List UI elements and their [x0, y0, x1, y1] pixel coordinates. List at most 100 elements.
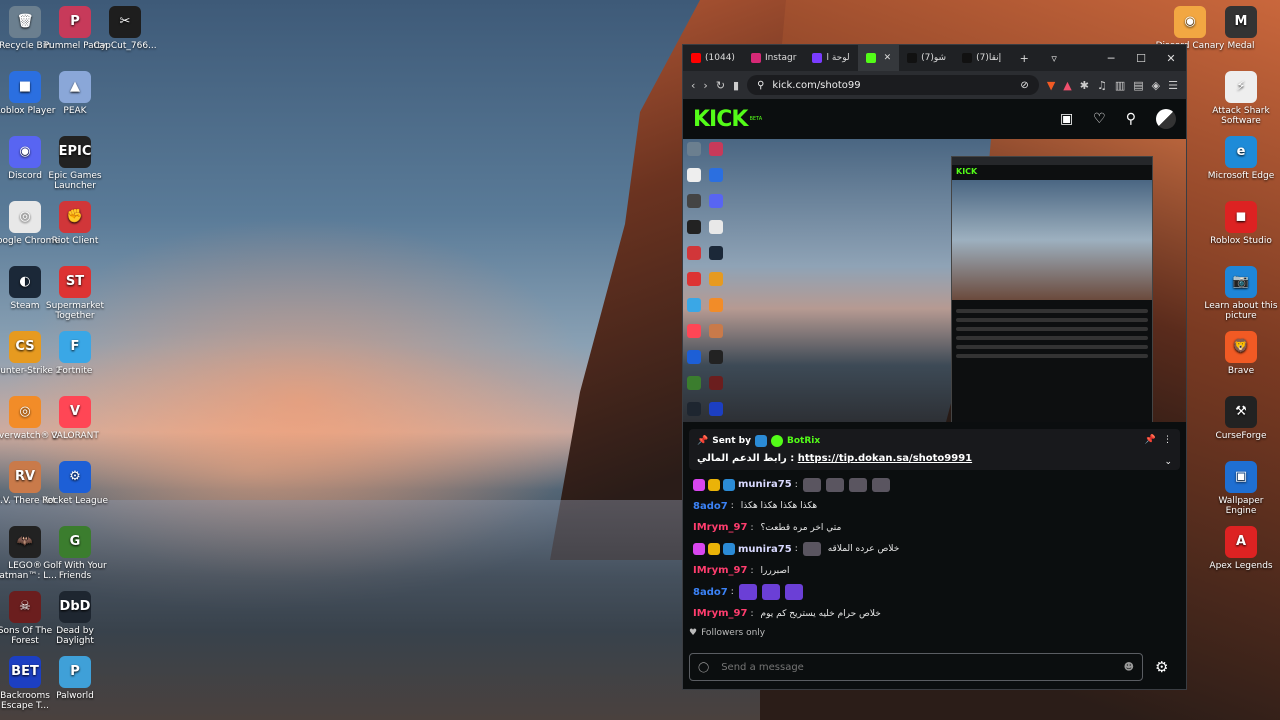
vpn-icon[interactable]: ◈ — [1152, 79, 1160, 92]
browser-tab[interactable]: Instagr — [743, 45, 805, 71]
left-desktop-icon[interactable]: P Palworld — [38, 656, 112, 701]
search-icon[interactable]: ⚲ — [1126, 111, 1136, 127]
unpin-icon[interactable]: 📌 — [1145, 435, 1156, 445]
chat-text: خلاص حرام خليه يستريح كم يوم — [760, 608, 881, 619]
browser-tab[interactable]: (7)شو — [899, 45, 954, 71]
address-bar[interactable]: ⚲ kick.com/shoto99 ⊘ — [747, 75, 1039, 95]
right-desktop-icon[interactable]: ⚡ Attack Shark Software — [1204, 71, 1278, 126]
rewards-icon[interactable]: ▲ — [1063, 79, 1071, 92]
close-window-button[interactable]: ✕ — [1156, 52, 1186, 65]
video-icon — [709, 246, 723, 260]
reload-icon[interactable]: ↻ — [716, 79, 725, 92]
desktop-icon-label: Riot Client — [51, 236, 99, 246]
chat-username[interactable]: IMrym_97 — [693, 522, 747, 533]
nav-bar: ‹ › ↻ ▮ ⚲ kick.com/shoto99 ⊘ ▼ ▲ ✱ ♫ ▥ ▤… — [683, 71, 1186, 99]
site-info-icon[interactable]: ⚲ — [757, 80, 764, 91]
more-options-icon[interactable]: ⋮ — [1163, 435, 1172, 445]
left-desktop-icon[interactable]: ✊ Riot Client — [38, 201, 112, 246]
chat-message: IMrym_97: خلاص حرام خليه يستريح كم يوم — [693, 603, 1176, 625]
wallpaper-water — [0, 500, 760, 720]
sidebar-icon[interactable]: ▥ — [1115, 79, 1125, 92]
heart-icon[interactable]: ♡ — [1093, 111, 1106, 127]
bot-username[interactable]: BotRix — [787, 436, 820, 446]
right-desktop-icon[interactable]: ◼ Roblox Studio — [1204, 201, 1278, 246]
chat-input[interactable] — [719, 660, 1114, 674]
kick-logo[interactable]: KICK — [693, 107, 748, 132]
left-desktop-icon[interactable]: ✂ CapCut_766... — [88, 6, 162, 51]
mute-icon[interactable]: ⊘ — [1020, 80, 1028, 91]
browser-tab[interactable]: لوحة ا — [804, 45, 857, 71]
chat-username[interactable]: munira75 — [738, 544, 792, 555]
desktop-icon-label: Dead by Daylight — [56, 626, 94, 646]
desktop-icon-label: CapCut_766... — [93, 41, 157, 51]
bot-badge-icon — [754, 435, 767, 447]
desktop-icon-label: VALORANT — [51, 431, 99, 441]
stream-video[interactable]: KICK — [683, 139, 1186, 422]
media-icon[interactable]: ♫ — [1097, 79, 1107, 92]
right-desktop-icon[interactable]: ▣ Wallpaper Engine — [1204, 461, 1278, 516]
left-desktop-icon[interactable]: ▲ PEAK — [38, 71, 112, 116]
left-desktop-icon[interactable]: EPIC Epic Games Launcher — [38, 136, 112, 191]
left-icon-image: ◎ — [9, 396, 41, 428]
video-icon — [709, 194, 723, 208]
left-desktop-icon[interactable]: F Fortnite — [38, 331, 112, 376]
chat-username[interactable]: 8ado7 — [693, 501, 728, 512]
chevron-down-icon[interactable]: ⌄ — [1164, 457, 1172, 467]
right-desktop-icon[interactable]: 📷 Learn about this picture — [1204, 266, 1278, 321]
left-desktop-icon[interactable]: V VALORANT — [38, 396, 112, 441]
menu-icon[interactable]: ☰ — [1168, 79, 1178, 92]
right-desktop-icon[interactable]: 🦁 Brave — [1204, 331, 1278, 376]
desktop-icon-label: Roblox Studio — [1210, 236, 1272, 246]
browser-tab[interactable]: (7)إنقا — [954, 45, 1009, 71]
video-icon — [709, 298, 723, 312]
avatar[interactable] — [1156, 109, 1176, 129]
browser-tab[interactable]: (1044) — [683, 45, 743, 71]
settings-gear-icon[interactable]: ⚙ — [1155, 658, 1168, 676]
right-desktop-icon[interactable]: ⚒ CurseForge — [1204, 396, 1278, 441]
close-tab-icon[interactable]: ✕ — [884, 53, 892, 63]
chat-username[interactable]: IMrym_97 — [693, 608, 747, 619]
browser-tab[interactable]: ✕ — [857, 45, 900, 71]
wallet-icon[interactable]: ▤ — [1133, 79, 1143, 92]
right-desktop-icon[interactable]: A Apex Legends — [1204, 526, 1278, 571]
nested-browser-preview: KICK — [951, 156, 1153, 422]
left-desktop-icon[interactable]: G Golf With Your Friends — [38, 526, 112, 581]
left-desktop-icon[interactable]: DbD Dead by Daylight — [38, 591, 112, 646]
chat-message: 8ado7: هكذا هكذا هكذا هكذا — [693, 496, 1176, 518]
chat-message: munira75: خلاص عرده الملاقه — [693, 539, 1176, 561]
desktop-icon-label: Supermarket Together — [45, 301, 105, 321]
left-icon-image: ■ — [9, 71, 41, 103]
crown-badge-icon — [708, 478, 720, 491]
right-desktop-icon[interactable]: e Microsoft Edge — [1204, 136, 1278, 181]
forward-icon[interactable]: › — [703, 79, 707, 92]
left-icon-image: CS — [9, 331, 41, 363]
brave-shields-icon[interactable]: ▼ — [1047, 79, 1055, 92]
maximize-button[interactable]: ☐ — [1126, 52, 1156, 65]
video-icon — [687, 194, 701, 208]
left-desktop-icon[interactable]: ⚙ Rocket League — [38, 461, 112, 506]
chat-message: munira75: — [693, 474, 1176, 496]
minimize-button[interactable]: ─ — [1096, 52, 1126, 65]
video-icon — [709, 220, 723, 234]
right-icon-image: 🦁 — [1225, 331, 1257, 363]
left-desktop-icon[interactable]: ST Supermarket Together — [38, 266, 112, 321]
pinned-link[interactable]: https://tip.dokan.sa/shoto9991 — [798, 453, 972, 464]
tab-menu-icon[interactable]: ▿ — [1039, 52, 1069, 65]
back-icon[interactable]: ‹ — [691, 79, 695, 92]
following-icon[interactable]: ▣ — [1060, 111, 1073, 127]
left-icon-image: P — [59, 6, 91, 38]
desktop-icon-label: Learn about this picture — [1204, 301, 1278, 321]
tab-list: (1044) Instagr لوحة ا ✕ (7)شو (7)إنقا — [683, 45, 1009, 71]
chat-username[interactable]: munira75 — [738, 479, 792, 490]
emoji-icon[interactable]: ☻ — [1124, 662, 1134, 673]
extensions-icon[interactable]: ✱ — [1080, 79, 1089, 92]
bookmark-icon[interactable]: ▮ — [733, 79, 739, 92]
right-icon-image: ⚒ — [1225, 396, 1257, 428]
video-icon — [687, 324, 701, 338]
desktop-icon-label: Attack Shark Software — [1212, 106, 1270, 126]
chat-username[interactable]: IMrym_97 — [693, 565, 747, 576]
right-desktop-icon[interactable]: M Medal — [1204, 6, 1278, 51]
chat-input-box[interactable]: ◯ ☻ — [689, 653, 1143, 681]
chat-username[interactable]: 8ado7 — [693, 587, 728, 598]
new-tab-button[interactable]: + — [1009, 52, 1039, 65]
